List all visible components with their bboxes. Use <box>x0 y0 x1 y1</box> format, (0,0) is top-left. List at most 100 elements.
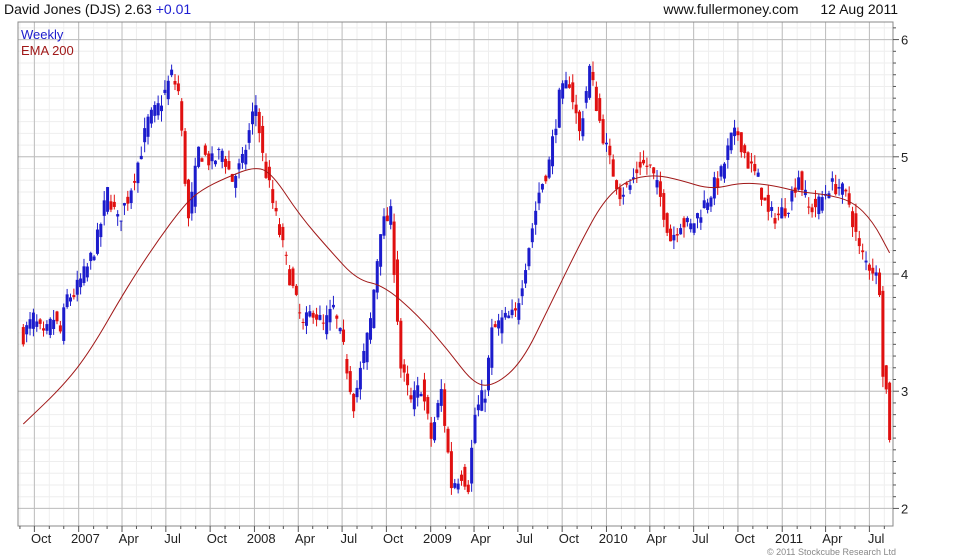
candle-body <box>240 153 244 163</box>
candle-body <box>628 185 632 190</box>
candle-body <box>412 390 416 410</box>
candle-body <box>274 207 278 212</box>
candle-body <box>160 105 164 112</box>
candle-body <box>561 83 565 99</box>
candle-body <box>635 169 639 174</box>
candle-body <box>28 319 32 329</box>
candle-body <box>392 221 396 275</box>
candle-body <box>763 197 767 201</box>
x-tick-label: Apr <box>822 531 843 546</box>
candle-body <box>264 161 268 178</box>
candle-body <box>776 213 780 216</box>
candle-body <box>807 206 811 208</box>
candle-body <box>456 483 460 490</box>
price-chart[interactable]: 2 3 4 5 6 Oct 2007 Apr Jul Oct 2008 Apr Jul Oct 2009 A… <box>0 0 980 560</box>
candle-body <box>38 319 42 324</box>
candle-body <box>75 279 79 295</box>
y-tick-label: 5 <box>901 150 908 165</box>
candle-body <box>601 119 605 144</box>
candle-body <box>665 213 669 233</box>
candle-body <box>112 201 116 207</box>
x-tick-label: 2007 <box>71 531 100 546</box>
candle-body <box>170 69 174 76</box>
candle-body <box>608 145 612 156</box>
candle-body <box>213 160 217 165</box>
candle-body <box>864 260 868 263</box>
candle-body <box>119 220 123 222</box>
candle-body <box>116 214 120 217</box>
candle-body <box>45 324 49 331</box>
candle-body <box>369 318 373 340</box>
candle-body <box>554 128 558 136</box>
y-tick-label: 6 <box>901 33 908 48</box>
candle-body <box>517 303 521 320</box>
candle-body <box>385 215 389 222</box>
x-tick-label: Jul <box>516 531 533 546</box>
candle-body <box>497 320 501 329</box>
x-tick-label: Jul <box>341 531 358 546</box>
candle-body <box>244 149 248 165</box>
x-tick-label: Apr <box>119 531 140 546</box>
candle-body <box>463 466 467 487</box>
candle-body <box>729 132 733 151</box>
candle-body <box>79 278 83 288</box>
candle-body <box>288 269 292 286</box>
candle-body <box>352 393 356 412</box>
candle-body <box>672 234 676 241</box>
candle-body <box>429 422 433 439</box>
candle-body <box>338 327 342 332</box>
candle-body <box>261 125 265 153</box>
x-tick-label: Oct <box>559 531 580 546</box>
x-tick-label: Apr <box>471 531 492 546</box>
candle-body <box>800 171 804 191</box>
y-tick-label: 3 <box>901 384 908 399</box>
candle-body <box>254 105 258 117</box>
candle-body <box>186 179 190 219</box>
candle-body <box>156 103 160 116</box>
candle-body <box>537 192 541 204</box>
candle-body <box>335 315 339 319</box>
candle-body <box>318 315 322 320</box>
candle-body <box>143 128 147 143</box>
candle-body <box>557 89 561 128</box>
candle-body <box>399 320 403 369</box>
candle-body <box>598 98 602 121</box>
y-tick-label: 4 <box>901 267 908 282</box>
candle-body <box>453 483 457 488</box>
candle-body <box>251 111 255 125</box>
candle-body <box>375 261 379 293</box>
candle-body <box>72 295 76 298</box>
candle-body <box>345 359 349 374</box>
candle-body <box>395 259 399 322</box>
candle-body <box>682 218 686 228</box>
candle-body <box>311 312 315 318</box>
x-tick-label: Apr <box>295 531 316 546</box>
candle-body <box>591 71 595 81</box>
candle-body <box>422 379 426 402</box>
y-axis: 2 3 4 5 6 <box>893 27 908 516</box>
candle-body <box>746 152 750 169</box>
candle-body <box>315 314 319 320</box>
candle-body <box>490 327 494 368</box>
candle-body <box>180 101 184 131</box>
candle-body <box>847 193 851 205</box>
candle-body <box>426 397 430 414</box>
candle-body <box>584 91 588 103</box>
candle-body <box>780 207 784 219</box>
candle-body <box>284 254 288 256</box>
candle-body <box>89 252 93 262</box>
candle-body <box>658 181 662 197</box>
candle-body <box>524 270 528 284</box>
candle-body <box>530 228 534 243</box>
candle-body <box>662 193 666 220</box>
candle-body <box>35 321 39 327</box>
y-tick-label: 2 <box>901 501 908 516</box>
candle-body <box>153 104 157 116</box>
candle-body <box>446 428 450 453</box>
candle-body <box>642 159 646 164</box>
candle-body <box>406 373 410 386</box>
candle-body <box>874 272 878 276</box>
candle-body <box>621 194 625 197</box>
candle-body <box>68 297 72 302</box>
candle-body <box>416 385 420 398</box>
